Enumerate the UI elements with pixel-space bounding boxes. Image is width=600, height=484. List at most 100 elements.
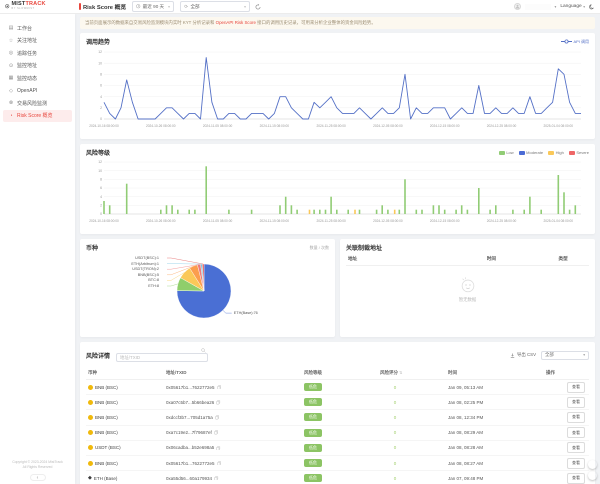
address-text[interactable]: 0xa55d56...60a179934 [166, 476, 212, 481]
sanctioned-title: 关联制裁地址 [346, 243, 382, 252]
legend-severe[interactable]: Severe [569, 150, 589, 155]
support-fab[interactable] [588, 460, 597, 469]
risk-score-value: 0 [380, 476, 410, 481]
breadcrumb: Risk Score 概览 [79, 2, 126, 11]
empty-text: 暂无数据 [459, 297, 477, 303]
sidebar-item-7[interactable]: ◔Risk Score 概览 [3, 110, 72, 123]
svg-text:2024-12-15 08:00:00: 2024-12-15 08:00:00 [430, 219, 460, 223]
address-text[interactable]: 0x05617b1...7622772e5 [166, 461, 215, 466]
svg-text:2: 2 [100, 106, 102, 110]
user-icon [515, 4, 520, 9]
sort-icon[interactable]: ⇅ [399, 370, 402, 375]
refresh-icon[interactable] [255, 4, 261, 10]
sidebar-collapse-button[interactable]: ‹ [30, 474, 46, 481]
telegram-fab[interactable] [588, 471, 597, 480]
pie-label: USDT(BSC):1 [135, 256, 159, 260]
sidebar-item-0[interactable]: ▤工作台 [3, 22, 72, 35]
currency-pie-chart: USDT(BSC):1ETH(Arbitrum):1USDT(TRON):2BN… [86, 253, 329, 329]
svg-text:12: 12 [98, 50, 102, 54]
legend-low[interactable]: Low [499, 150, 514, 155]
level-filter-select[interactable]: 全部 ▾ [541, 351, 589, 360]
risk-score-cell: 0 [380, 400, 448, 405]
column-header[interactable]: 风险评分⇅ [380, 370, 448, 376]
address-text[interactable]: 0x05617b1...7622772e5 [166, 385, 215, 390]
risk-level-badge: 低危 [304, 429, 322, 437]
sanctioned-card: 关联制裁地址 地址时间类型 暂无数据 [340, 239, 595, 337]
workbench-icon: ▤ [8, 25, 14, 31]
openapi-risk-score-link[interactable]: OpenAPI Risk Score [216, 20, 256, 25]
copy-icon[interactable] [214, 476, 219, 481]
api-icon: ◇ [8, 88, 14, 94]
sidebar-item-2[interactable]: ◎追踪任务 [3, 47, 72, 60]
view-button[interactable]: 查看 [567, 442, 585, 453]
unit-toggle[interactable]: 数量 / 次数 [310, 245, 329, 251]
api-calls-legend[interactable]: API 调用 [561, 39, 589, 45]
bnb-icon [88, 430, 93, 435]
brand-tagline: BY SLOWMIST [12, 8, 46, 10]
risk-level-cell: 低危 [304, 444, 380, 452]
table-row: BNB (BSC)0xdccf3b7...705d1a75a低危0Jan 08,… [86, 410, 589, 425]
coin-label: ETH (Base) [94, 476, 118, 481]
coin-cell: BNB (BSC) [88, 385, 166, 390]
language-select[interactable]: Language ▾ [560, 4, 585, 9]
currency-title: 币种 [86, 243, 98, 252]
view-button[interactable]: 查看 [567, 427, 585, 438]
search-input[interactable] [116, 353, 208, 362]
risk-level-badge: 低危 [304, 413, 322, 421]
view-button[interactable]: 查看 [567, 397, 585, 408]
account-name[interactable] [525, 4, 551, 10]
risk-score-value: 0 [380, 430, 410, 435]
view-button[interactable]: 查看 [567, 382, 585, 393]
sidebar-item-label: 追踪任务 [17, 50, 37, 57]
pie-label: ETH(Base):76 [234, 311, 258, 315]
svg-text:12: 12 [98, 160, 102, 164]
svg-text:6: 6 [100, 186, 102, 190]
avatar[interactable] [514, 3, 521, 10]
trace-icon: ◎ [8, 50, 14, 56]
coin-cell: BNB (BSC) [88, 461, 166, 466]
column-header: 地址/TXID [166, 370, 304, 376]
top-bar: MISTTRACK BY SLOWMIST Risk Score 概览 最近 9… [0, 0, 600, 14]
view-button[interactable]: 查看 [567, 412, 585, 423]
coin-label: USDT (BSC) [95, 445, 121, 450]
chevron-down-icon: ▾ [244, 5, 246, 9]
api-key-select[interactable]: 全部 ▾ [180, 1, 250, 12]
empty-face-icon [459, 276, 477, 294]
export-csv-button[interactable]: 导出 CSV [510, 352, 536, 358]
telegram-icon [590, 473, 596, 479]
sidebar-item-6[interactable]: ⊗交易风险监测 [3, 97, 72, 110]
copy-icon[interactable] [216, 446, 221, 451]
legend-high[interactable]: High [548, 150, 564, 155]
operation-cell: 查看 [546, 382, 587, 393]
copy-icon[interactable] [215, 415, 220, 420]
risk-score-cell: 0 [380, 445, 448, 450]
view-button[interactable]: 查看 [567, 458, 585, 469]
risk-level-legend: Low Moderate High Severe [499, 150, 589, 155]
copy-icon[interactable] [217, 461, 222, 466]
sidebar-item-4[interactable]: ▦监控动态 [3, 72, 72, 85]
risk-table-body: BNB (BSC)0x05617b1...7622772e5低危0Jan 09,… [86, 380, 589, 484]
monitor-address-icon: ⊙ [8, 63, 14, 69]
bnb-icon [88, 400, 93, 405]
dark-mode-moon-icon[interactable] [589, 4, 595, 10]
sidebar-item-5[interactable]: ◇OpenAPI [3, 85, 72, 98]
date-range-select[interactable]: 最近 90 天 ▾ [132, 1, 174, 12]
view-button[interactable]: 查看 [567, 473, 585, 484]
legend-moderate[interactable]: Moderate [519, 150, 543, 155]
sidebar-item-3[interactable]: ⊙监控地址 [3, 60, 72, 73]
copy-icon[interactable] [216, 400, 221, 405]
address-text[interactable]: 0xa7c19e2...7f79687ef [166, 430, 212, 435]
address-text[interactable]: 0xa07c5b7...5b66bea26 [166, 400, 214, 405]
sidebar-item-label: OpenAPI [17, 88, 37, 94]
address-text[interactable]: 0xdccf3b7...705d1a75a [166, 415, 213, 420]
svg-text:2024-12-15 08:00:00: 2024-12-15 08:00:00 [430, 124, 460, 128]
column-header: 时间 [444, 256, 540, 262]
copy-icon[interactable] [214, 430, 219, 435]
address-text[interactable]: 0x06cadba...b52e698a5 [166, 445, 214, 450]
risk-score-value: 0 [380, 415, 410, 420]
chevron-down-icon[interactable]: ▾ [555, 5, 557, 9]
copy-icon[interactable] [217, 385, 222, 390]
risk-level-badge: 低危 [304, 383, 322, 391]
sidebar-item-1[interactable]: ☆关注地址 [3, 35, 72, 48]
svg-text:4: 4 [100, 195, 102, 199]
